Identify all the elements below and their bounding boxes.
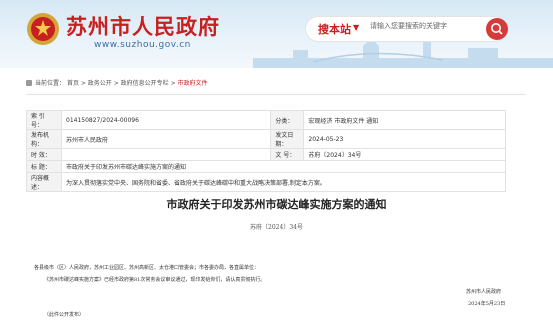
document-number: 苏府〔2024〕34号 [250,224,303,231]
search-box: 搜本站 ▼ [306,17,508,41]
breadcrumb: 当前位置： 首页 > 政务公开 > 政府信息公开专栏 > 市政府文件 [26,78,208,87]
document-meta-table: 索 引 号： 014150827/2024-00096 分类： 宏观经济 市政府… [26,110,506,192]
document-body: 《苏州市碳达峰实施方案》已经市政府第81次常务会议审议通过，现印发给你们，请认真… [44,277,266,283]
breadcrumb-public-affairs[interactable]: 政务公开 [88,80,112,87]
site-title[interactable]: 苏州市人民政府 [66,11,220,41]
home-icon [26,80,32,86]
org-value: 苏州市人民政府 [60,129,272,149]
summary-value: 为深入贯彻落实党中央、国务院和省委、省政府关于碳达峰碳中和重大战略决策部署,制定… [61,172,506,192]
category-value: 宏观经济 市政府文件 通知 [303,110,506,130]
summary-label: 内容概述： [26,172,62,192]
validity-label: 时 效： [26,148,62,161]
title-value: 市政府关于印发苏州市碳达峰实施方案的通知 [61,160,506,173]
title-label: 标 题： [26,160,62,173]
index-value: 014150827/2024-00096 [60,110,272,130]
document-title: 市政府关于印发苏州市碳达峰实施方案的通知 [166,198,387,211]
org-label: 发布机构： [26,129,62,149]
document-note: （此件公开发布） [44,312,85,318]
divider [26,94,526,95]
document-signature-date: 2024年5月23日 [468,301,506,307]
national-emblem-icon [27,13,59,45]
site-url: www.suzhou.gov.cn [94,40,191,50]
search-input[interactable] [370,22,480,30]
validity-value [60,148,272,161]
search-button[interactable] [486,18,508,40]
docno-value: 苏府〔2024〕34号 [303,148,506,161]
date-label: 发文日期： [270,129,305,149]
docno-label: 文 号： [270,148,305,161]
chevron-down-icon[interactable]: ▼ [353,23,359,32]
date-value: 2024-05-23 [303,129,506,149]
breadcrumb-current[interactable]: 市政府文件 [178,80,208,87]
index-label: 索 引 号： [26,110,62,130]
category-label: 分类： [270,110,305,130]
site-header: 苏州市人民政府 www.suzhou.gov.cn 搜本站 ▼ [0,0,553,68]
breadcrumb-info-column[interactable]: 政府信息公开专栏 [121,80,169,87]
search-scope-select[interactable]: 搜本站 [318,21,351,37]
document-signature-org: 苏州市人民政府 [466,289,502,295]
breadcrumb-prefix: 当前位置： [35,80,66,87]
document-recipients: 各县级市（区）人民政府，苏州工业园区、苏州高新区、太仓港口管委会；市各委办局，各… [34,265,260,271]
search-icon [491,23,503,35]
breadcrumb-home[interactable]: 首页 [67,80,79,87]
